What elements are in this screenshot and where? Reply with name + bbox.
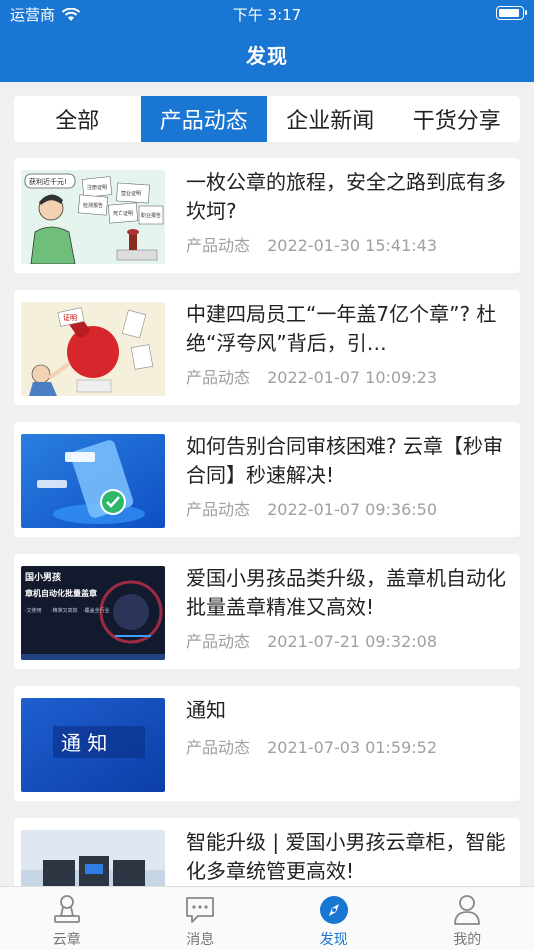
article-category: 产品动态	[186, 632, 251, 651]
nav-seal[interactable]: 云章	[0, 887, 134, 950]
article-meta: 产品动态 2021-07-21 09:32:08	[186, 628, 437, 652]
article-thumbnail: 证明	[21, 302, 165, 396]
category-tabs: 全部 产品动态 企业新闻 干货分享	[14, 96, 520, 142]
bottom-nav: 云章 消息 发现 我的	[0, 886, 534, 950]
nav-label: 消息	[186, 932, 215, 948]
compass-icon	[317, 893, 351, 927]
article-card[interactable]: 证明 中建四局员工“一年盖7亿个章”? 杜绝“浮夸风”背后，引… 产品动态 20…	[14, 290, 520, 405]
message-icon	[183, 893, 217, 927]
tab-company-news[interactable]: 企业新闻	[267, 96, 394, 142]
article-card[interactable]: 通 知 通知 产品动态 2021-07-03 01:59:52	[14, 686, 520, 801]
svg-text:检测报告: 检测报告	[83, 202, 103, 209]
tab-all[interactable]: 全部	[14, 96, 141, 142]
svg-text:死亡证明: 死亡证明	[113, 210, 133, 217]
svg-text:注册证明: 注册证明	[87, 184, 107, 191]
article-category: 产品动态	[186, 738, 251, 757]
nav-label: 发现	[319, 932, 348, 948]
svg-text:·精准又高效: ·精准又高效	[51, 607, 78, 614]
article-date: 2022-01-30 15:41:43	[267, 236, 438, 255]
user-icon	[450, 893, 484, 927]
battery-icon	[496, 6, 527, 20]
article-thumbnail: 国小男孩 章机自动化批量盖章 ·文使用 ·精准又高效 ·覆盖全行业	[21, 566, 165, 660]
svg-text:职业报告: 职业报告	[141, 212, 161, 219]
article-title: 通知	[186, 698, 226, 722]
article-thumbnail: 通 知	[21, 698, 165, 792]
article-meta: 产品动态 2022-01-07 10:09:23	[186, 364, 437, 388]
svg-text:营业证明: 营业证明	[121, 190, 141, 197]
top-bar: 运营商 下午 3:17 发现	[0, 0, 534, 82]
article-thumbnail: 获利近千元! 注册证明 检测报告 营业证明 死亡证明 职业报告	[21, 170, 165, 264]
article-card[interactable]: 如何告别合同审核困难? 云章【秒审合同】秒速解决! 产品动态 2022-01-0…	[14, 422, 520, 537]
article-title: 一枚公章的旅程，安全之路到底有多坎坷?	[186, 170, 506, 223]
nav-label: 我的	[453, 932, 482, 948]
page-title: 发现	[246, 44, 288, 68]
article-date: 2022-01-07 10:09:23	[267, 368, 438, 387]
article-meta: 产品动态 2022-01-30 15:41:43	[186, 232, 437, 256]
article-meta: 产品动态 2021-07-03 01:59:52	[186, 734, 437, 758]
svg-text:章机自动化批量盖章: 章机自动化批量盖章	[25, 588, 97, 598]
nav-discover[interactable]: 发现	[267, 887, 401, 950]
tab-tips[interactable]: 干货分享	[394, 96, 521, 142]
nav-label: 云章	[52, 932, 81, 948]
article-title: 如何告别合同审核困难? 云章【秒审合同】秒速解决!	[186, 434, 503, 487]
svg-text:证明: 证明	[63, 314, 77, 322]
nav-profile[interactable]: 我的	[401, 887, 534, 950]
svg-text:·覆盖全行业: ·覆盖全行业	[83, 607, 110, 614]
article-category: 产品动态	[186, 236, 251, 255]
article-category: 产品动态	[186, 500, 251, 519]
article-card[interactable]: 获利近千元! 注册证明 检测报告 营业证明 死亡证明 职业报告 一枚公章的旅程，…	[14, 158, 520, 273]
article-thumbnail	[21, 434, 165, 528]
svg-text:通 知: 通 知	[61, 731, 107, 755]
tab-product-news[interactable]: 产品动态	[140, 96, 267, 142]
article-list: 获利近千元! 注册证明 检测报告 营业证明 死亡证明 职业报告 一枚公章的旅程，…	[14, 158, 520, 950]
article-card[interactable]: 国小男孩 章机自动化批量盖章 ·文使用 ·精准又高效 ·覆盖全行业 爱国小男孩品…	[14, 554, 520, 669]
article-date: 2022-01-07 09:36:50	[267, 500, 438, 519]
svg-text:国小男孩: 国小男孩	[25, 571, 61, 583]
seal-icon	[50, 893, 84, 927]
article-category: 产品动态	[186, 368, 251, 387]
article-title: 中建四局员工“一年盖7亿个章”? 杜绝“浮夸风”背后，引…	[186, 302, 497, 355]
article-date: 2021-07-03 01:59:52	[267, 738, 438, 757]
article-title: 智能升级 | 爱国小男孩云章柜，智能化多章统管更高效!	[186, 830, 506, 883]
status-time: 下午 3:17	[232, 6, 302, 24]
svg-text:·文使用: ·文使用	[25, 607, 42, 614]
nav-messages[interactable]: 消息	[134, 887, 268, 950]
article-date: 2021-07-21 09:32:08	[267, 632, 438, 651]
article-meta: 产品动态 2022-01-07 09:36:50	[186, 496, 437, 520]
article-title: 爱国小男孩品类升级，盖章机自动化批量盖章精准又高效!	[186, 566, 506, 619]
thumb-caption: 获利近千元!	[29, 177, 67, 186]
